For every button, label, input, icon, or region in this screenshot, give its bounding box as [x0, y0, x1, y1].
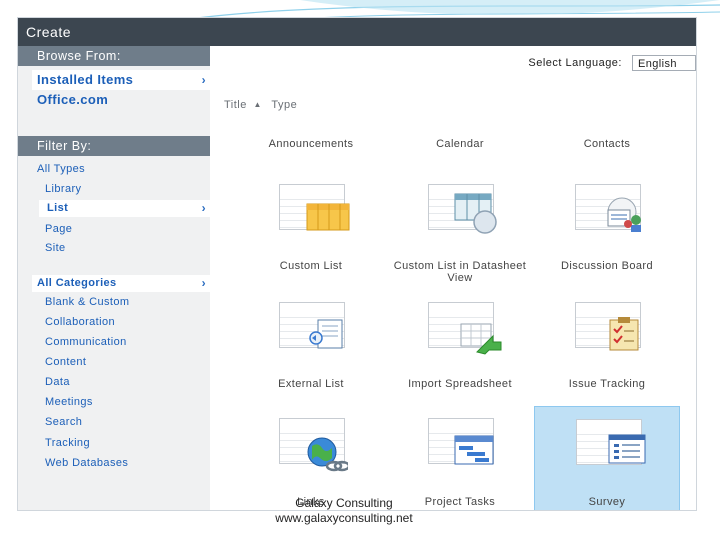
survey-icon	[608, 434, 646, 464]
external-list-icon	[309, 319, 343, 349]
category-tracking[interactable]: Tracking	[37, 435, 210, 452]
links-icon	[307, 437, 348, 472]
template-label: Announcements	[268, 138, 354, 150]
custom-list-icon	[306, 203, 350, 231]
template-external-list[interactable]: External List	[238, 292, 384, 400]
category-data[interactable]: Data	[37, 374, 210, 391]
browse-from-header: Browse From:	[18, 46, 210, 66]
browse-installed-items[interactable]: Installed Items ›	[32, 70, 210, 90]
filter-all-categories[interactable]: All Categories ›	[32, 275, 210, 292]
category-collaboration[interactable]: Collaboration	[37, 314, 210, 331]
template-label: External List	[278, 378, 344, 390]
sort-by-title[interactable]: Title	[224, 99, 247, 111]
category-blank-custom[interactable]: Blank & Custom	[37, 294, 210, 311]
category-content[interactable]: Content	[37, 354, 210, 371]
office-com-label: Office.com	[37, 92, 109, 107]
discussion-board-icon	[607, 197, 641, 232]
template-contacts[interactable]: Contacts	[534, 138, 680, 150]
template-label: Custom List	[279, 260, 343, 272]
sort-bar: Title ▲ Type	[224, 99, 297, 111]
template-issue-tracking[interactable]: Issue Tracking	[534, 292, 680, 400]
create-dialog: Create Browse From: Installed Items › Of…	[18, 18, 696, 510]
template-label: Custom List in Datasheet View	[393, 260, 527, 284]
template-links[interactable]: Links	[238, 408, 384, 510]
footer-url: www.galaxyconsulting.net	[275, 511, 413, 525]
template-custom-list[interactable]: Custom List	[238, 174, 384, 282]
filter-type-site[interactable]: Site	[37, 240, 210, 257]
template-label: Import Spreadsheet	[408, 378, 512, 390]
sort-ascending-icon: ▲	[253, 100, 262, 109]
project-tasks-icon	[454, 435, 494, 465]
template-label: Calendar	[436, 138, 484, 150]
template-label: Issue Tracking	[568, 378, 646, 390]
chevron-right-icon: ›	[201, 201, 206, 215]
filter-type-list[interactable]: List ›	[39, 200, 210, 217]
template-label: Contacts	[583, 138, 631, 150]
category-search[interactable]: Search	[37, 414, 210, 431]
sort-by-type[interactable]: Type	[271, 99, 297, 111]
category-meetings[interactable]: Meetings	[37, 394, 210, 411]
issue-tracking-icon	[609, 317, 639, 351]
installed-items-label: Installed Items	[37, 72, 134, 87]
select-language-label: Select Language:	[528, 57, 622, 69]
template-survey[interactable]: Survey	[534, 406, 680, 510]
template-label: Discussion Board	[561, 260, 653, 272]
template-gallery: Select Language: English Title ▲ Type An…	[210, 46, 696, 510]
template-discussion-board[interactable]: Discussion Board	[534, 174, 680, 282]
filter-type-page[interactable]: Page	[37, 221, 210, 238]
template-calendar[interactable]: Calendar	[387, 138, 533, 150]
dialog-title: Create	[18, 18, 696, 46]
import-spreadsheet-icon	[460, 323, 502, 355]
category-communication[interactable]: Communication	[37, 334, 210, 351]
filter-all-types[interactable]: All Types	[37, 161, 210, 178]
language-select[interactable]: English	[632, 55, 696, 71]
template-project-tasks[interactable]: Project Tasks	[387, 408, 533, 510]
datasheet-list-icon	[454, 193, 497, 234]
footer-company: Galaxy Consulting	[295, 496, 393, 510]
chevron-right-icon: ›	[201, 73, 206, 87]
browse-office-com[interactable]: Office.com	[37, 90, 210, 110]
sidebar: Browse From: Installed Items › Office.co…	[18, 46, 210, 510]
filter-by-header: Filter By:	[18, 136, 210, 156]
all-categories-label: All Categories	[37, 277, 117, 289]
template-import-spreadsheet[interactable]: Import Spreadsheet	[387, 292, 533, 400]
template-announcements[interactable]: Announcements	[238, 138, 384, 150]
filter-type-library[interactable]: Library	[37, 181, 210, 198]
slide: { "dialog": { "title": "Create" }, "side…	[0, 0, 720, 540]
chevron-right-icon: ›	[201, 276, 206, 290]
type-list-label: List	[47, 202, 69, 214]
category-web-databases[interactable]: Web Databases	[37, 455, 210, 472]
template-datasheet-list[interactable]: Custom List in Datasheet View	[387, 174, 533, 284]
